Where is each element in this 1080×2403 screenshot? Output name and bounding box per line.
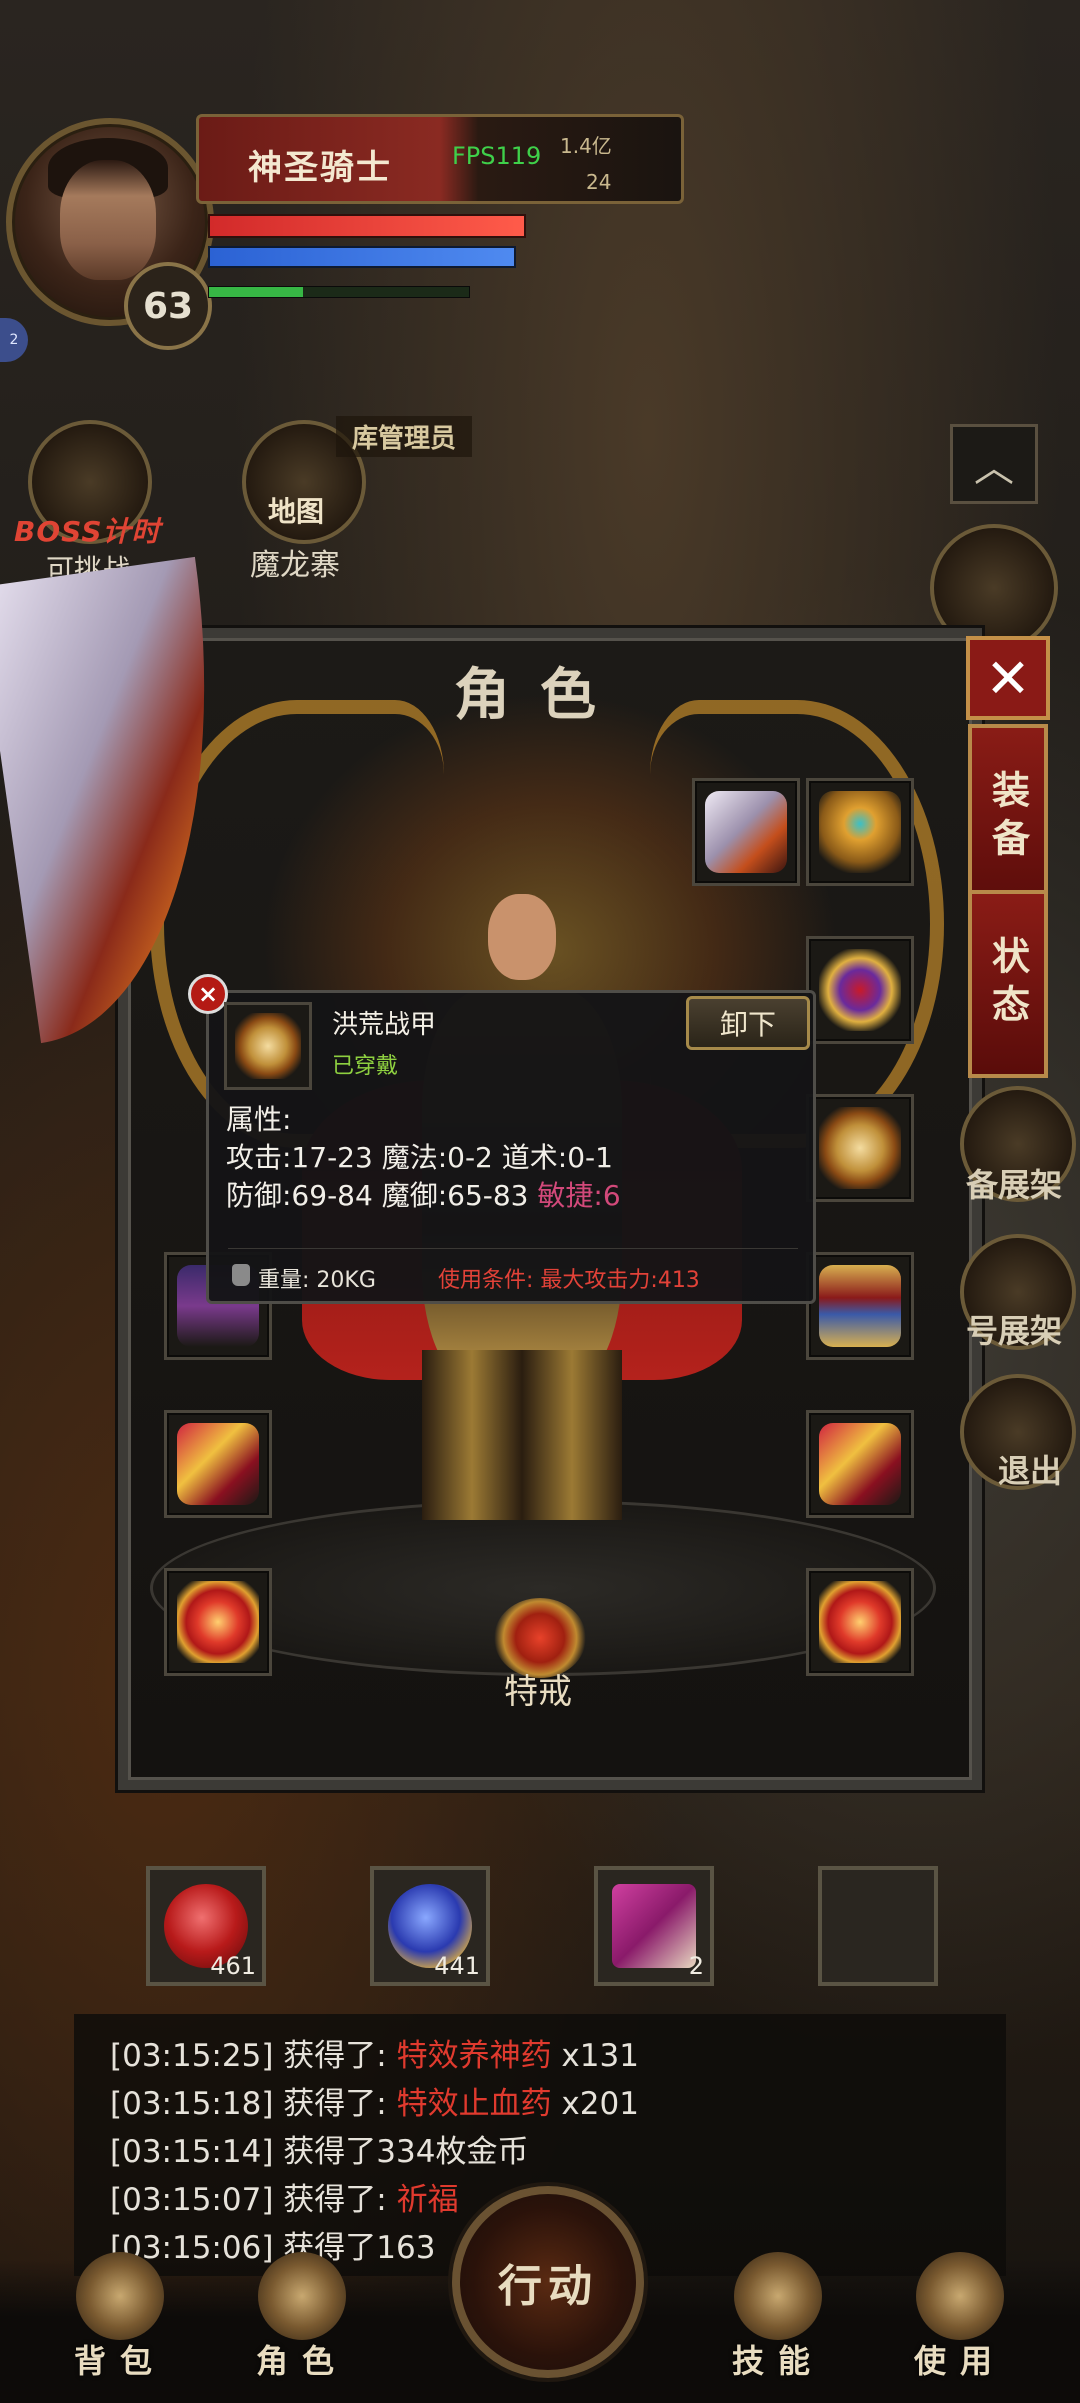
tooltip-attributes-header: 属性: — [226, 1103, 292, 1136]
nav-bag[interactable]: 背包 — [60, 2252, 180, 2380]
map-label: 地图 — [268, 495, 325, 528]
slot-armor[interactable] — [806, 1094, 914, 1202]
slot-bracelet-right[interactable] — [806, 1410, 914, 1518]
side-notification-badge[interactable]: 2 — [0, 318, 28, 362]
exp-bar — [208, 286, 470, 298]
currency-primary: 1.4亿 — [560, 134, 612, 158]
special-ring-label: 特戒 — [504, 1672, 572, 1712]
slot-bracelet-left[interactable] — [164, 1410, 272, 1518]
tab-equipment[interactable]: 装备 — [968, 724, 1048, 912]
close-button[interactable]: ✕ — [966, 636, 1050, 720]
slot-ring-right[interactable] — [806, 1568, 914, 1676]
quickslot-count: 461 — [210, 1952, 256, 1980]
quickslot-1[interactable]: 461 — [146, 1866, 266, 1986]
tooltip-defense: 防御:69-84 魔御:65-83 — [226, 1179, 529, 1212]
tooltip-item-icon — [224, 1002, 312, 1090]
slot-necklace[interactable] — [806, 936, 914, 1044]
character-icon — [258, 2252, 346, 2340]
skills-icon — [734, 2252, 822, 2340]
chat-line: [03:15:07] 获得了: 祈福 — [110, 2182, 459, 2218]
exit-label: 退出 — [998, 1452, 1063, 1490]
tooltip-close-icon[interactable]: × — [188, 974, 228, 1014]
account-shelf-label: 号展架 — [966, 1312, 1063, 1350]
tooltip-agility: 敏捷:6 — [537, 1179, 621, 1212]
hp-bar — [208, 214, 526, 238]
slot-belt[interactable] — [806, 1252, 914, 1360]
quickslot-count: 2 — [688, 1952, 704, 1980]
tooltip-weight: 重量: 20KG — [258, 1268, 376, 1293]
player-level-badge: 63 — [124, 262, 212, 350]
mp-bar — [208, 246, 516, 268]
action-button[interactable]: 行动 — [452, 2186, 644, 2378]
slot-weapon[interactable] — [692, 778, 800, 886]
nav-label: 背包 — [73, 2342, 166, 2380]
boss-timer-label: BOSS计时 — [14, 515, 161, 548]
nav-label: 技能 — [731, 2342, 824, 2380]
chat-line: [03:15:25] 获得了: 特效养神药 x131 — [110, 2038, 639, 2074]
scroll-icon — [612, 1884, 696, 1968]
quickslot-4[interactable] — [818, 1866, 938, 1986]
chat-line: [03:15:14] 获得了334枚金币 — [110, 2134, 529, 2170]
nav-character[interactable]: 角色 — [242, 2252, 362, 2380]
use-icon — [916, 2252, 1004, 2340]
tooltip-equipped-status: 已穿戴 — [332, 1054, 399, 1079]
chat-line: [03:15:18] 获得了: 特效止血药 x201 — [110, 2086, 639, 2122]
unequip-button[interactable]: 卸下 — [686, 996, 810, 1050]
nav-skills[interactable]: 技能 — [718, 2252, 838, 2380]
tooltip-item-name: 洪荒战甲 — [332, 1010, 437, 1040]
currency-secondary: 24 — [586, 170, 612, 194]
nav-use[interactable]: 使用 — [900, 2252, 1020, 2380]
tooltip-use-condition: 使用条件: 最大攻击力:413 — [438, 1268, 700, 1293]
slot-ring-left[interactable] — [164, 1568, 272, 1676]
map-location: 魔龙寨 — [250, 548, 340, 583]
chevron-up-icon[interactable]: ︿ — [950, 424, 1038, 504]
bag-icon — [76, 2252, 164, 2340]
quickslot-3[interactable]: 2 — [594, 1866, 714, 1986]
tab-status[interactable]: 状态 — [968, 890, 1048, 1078]
quickslot-2[interactable]: 441 — [370, 1866, 490, 1986]
quickslot-count: 441 — [434, 1952, 480, 1980]
tooltip-attr-line-1: 攻击:17-23 魔法:0-2 道术:0-1 — [226, 1141, 613, 1174]
nav-label: 角色 — [255, 2342, 348, 2380]
weight-icon — [232, 1264, 250, 1286]
slot-helmet[interactable] — [806, 778, 914, 886]
player-name: 神圣骑士 — [248, 148, 392, 188]
equipment-shelf-label: 备展架 — [966, 1166, 1063, 1204]
fps-counter: FPS119 — [452, 142, 542, 170]
npc-name-label[interactable]: 库管理员 — [336, 416, 473, 457]
nav-label: 使用 — [913, 2342, 1006, 2380]
panel-title: 角色 — [454, 663, 626, 728]
tooltip-attr-line-2: 防御:69-84 魔御:65-83 敏捷:6 — [226, 1174, 621, 1214]
tooltip-divider — [228, 1248, 798, 1249]
